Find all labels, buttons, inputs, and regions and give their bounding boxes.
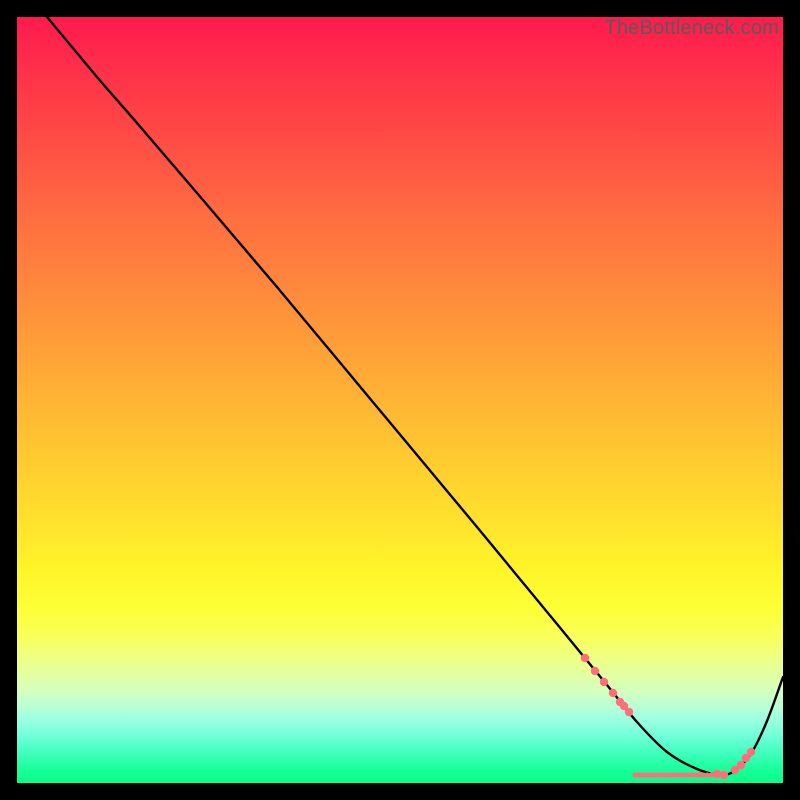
highlight-dot <box>600 678 608 686</box>
baseline-dots <box>632 772 717 777</box>
highlight-dot <box>737 761 745 769</box>
highlight-dot <box>625 708 633 716</box>
highlight-dots <box>581 654 755 779</box>
chart-svg <box>17 17 783 783</box>
highlight-dot <box>747 748 755 756</box>
chart-frame: TheBottleneck.com <box>17 17 783 783</box>
highlight-dot <box>609 689 617 697</box>
highlight-dot <box>581 654 589 662</box>
bottleneck-curve <box>47 17 783 775</box>
highlight-dot <box>720 771 728 779</box>
highlight-dot <box>591 667 599 675</box>
